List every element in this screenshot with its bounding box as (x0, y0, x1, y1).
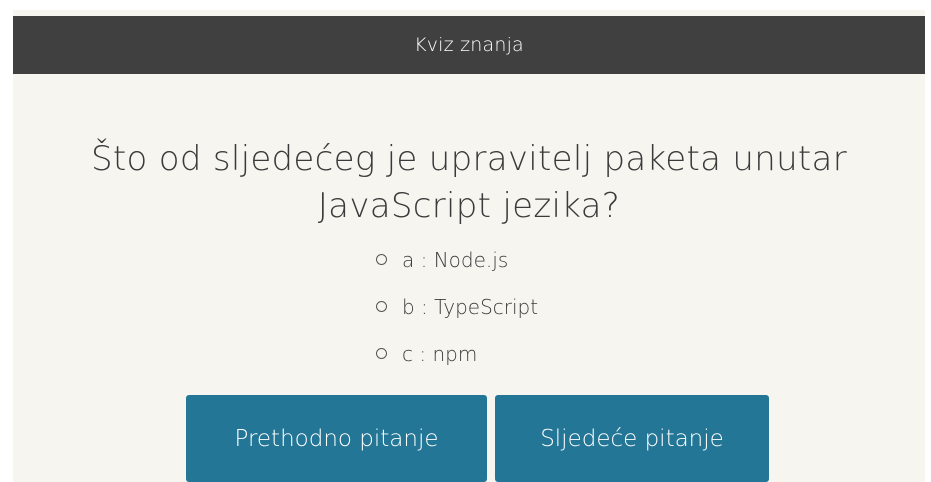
answer-label-a: a : Node.js (402, 247, 509, 272)
answer-list: a : Node.js b : TypeScript c : npm (376, 236, 696, 377)
radio-button-b[interactable] (376, 301, 387, 312)
answer-label-b: b : TypeScript (402, 294, 539, 319)
question-text: Što od sljedećeg je upravitelj paketa un… (91, 139, 847, 226)
answer-label-c: c : npm (402, 341, 478, 366)
radio-button-c[interactable] (376, 348, 387, 359)
header-bar: Kviz znanja (13, 16, 925, 74)
answer-option-b[interactable]: b : TypeScript (376, 283, 696, 330)
answer-option-c[interactable]: c : npm (376, 330, 696, 377)
quiz-app: Kviz znanja Što od sljedećeg je upravite… (13, 10, 925, 482)
previous-question-button[interactable]: Prethodno pitanje (186, 395, 487, 482)
answer-option-a[interactable]: a : Node.js (376, 236, 696, 283)
radio-button-a[interactable] (376, 254, 387, 265)
navigation-buttons: Prethodno pitanje Sljedeće pitanje (186, 395, 769, 482)
header-title: Kviz znanja (414, 34, 524, 56)
next-question-button[interactable]: Sljedeće pitanje (495, 395, 769, 482)
